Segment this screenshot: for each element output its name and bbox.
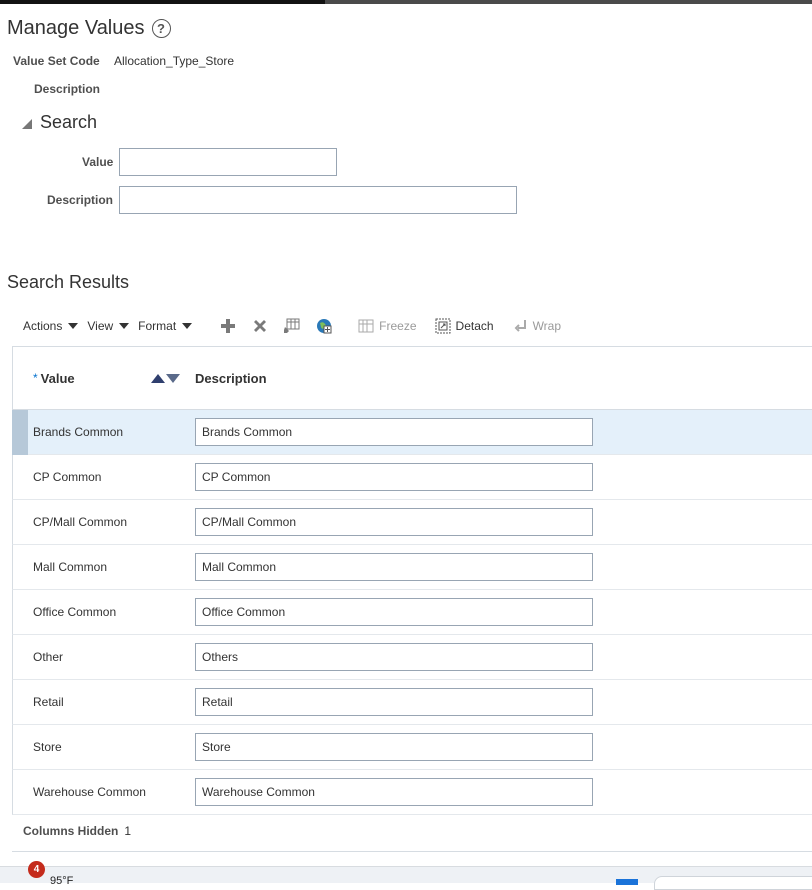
detach-button[interactable]: Detach bbox=[435, 318, 494, 334]
row-selector[interactable] bbox=[12, 590, 28, 635]
notification-badge[interactable]: 4 bbox=[28, 861, 45, 878]
weather-temperature[interactable]: 95°F bbox=[50, 875, 73, 887]
row-selector[interactable] bbox=[12, 770, 28, 815]
wrap-label: Wrap bbox=[532, 319, 562, 333]
cell-description-input[interactable]: Store bbox=[195, 733, 593, 761]
table-row[interactable]: Office Common Office Common bbox=[12, 590, 812, 635]
cell-value: Warehouse Common bbox=[33, 785, 146, 799]
cell-value: CP Common bbox=[33, 470, 102, 484]
search-value-input[interactable] bbox=[119, 148, 337, 176]
row-selector[interactable] bbox=[12, 410, 28, 455]
table-body: Brands Common Brands Common CP Common CP Co… bbox=[12, 410, 812, 815]
view-menu-label: View bbox=[87, 319, 114, 333]
search-description-input[interactable] bbox=[119, 186, 517, 214]
wrap-button[interactable]: Wrap bbox=[514, 319, 561, 333]
cell-value: Mall Common bbox=[33, 560, 108, 574]
table-row[interactable]: Warehouse Common Warehouse Common bbox=[12, 770, 812, 815]
cell-description-input[interactable]: Warehouse Common bbox=[195, 778, 593, 806]
row-selector[interactable] bbox=[12, 545, 28, 590]
delete-icon[interactable] bbox=[250, 316, 270, 336]
results-toolbar: Actions View Format Freeze Detach Wrap bbox=[23, 315, 561, 337]
table-row[interactable]: Other Others bbox=[12, 635, 812, 680]
column-header-value-label: Value bbox=[40, 371, 75, 386]
row-selector[interactable] bbox=[12, 680, 28, 725]
row-selector[interactable] bbox=[12, 455, 28, 500]
value-set-code-value: Allocation_Type_Store bbox=[114, 54, 235, 68]
browser-top-bar-segment bbox=[0, 0, 325, 4]
cell-value: Store bbox=[33, 740, 62, 754]
cell-description-input[interactable]: Mall Common bbox=[195, 553, 593, 581]
cell-description-input[interactable]: Office Common bbox=[195, 598, 593, 626]
globe-icon[interactable] bbox=[314, 316, 334, 336]
cell-value: CP/Mall Common bbox=[33, 515, 128, 529]
columns-hidden-count: 1 bbox=[124, 824, 132, 838]
search-value-label: Value bbox=[82, 155, 114, 169]
row-selector[interactable] bbox=[12, 500, 28, 545]
required-marker: * bbox=[33, 371, 38, 385]
help-icon[interactable]: ? bbox=[151, 19, 171, 38]
format-menu[interactable]: Format bbox=[138, 319, 193, 333]
columns-hidden-label: Columns Hidden bbox=[23, 824, 119, 838]
chevron-down-icon bbox=[119, 323, 130, 329]
header-description-label: Description bbox=[34, 82, 101, 96]
columns-hidden-footer: Columns Hidden 1 bbox=[23, 824, 131, 838]
table-row[interactable]: Store Store bbox=[12, 725, 812, 770]
freeze-button[interactable]: Freeze bbox=[358, 319, 417, 333]
column-header-description[interactable]: Description bbox=[195, 371, 267, 386]
view-menu[interactable]: View bbox=[87, 319, 130, 333]
actions-menu[interactable]: Actions bbox=[23, 319, 79, 333]
cell-value: Other bbox=[33, 650, 64, 664]
cell-description-input[interactable]: Others bbox=[195, 643, 593, 671]
cell-description-input[interactable]: Brands Common bbox=[195, 418, 593, 446]
chevron-down-icon bbox=[182, 323, 193, 329]
actions-menu-label: Actions bbox=[23, 319, 63, 333]
format-menu-label: Format bbox=[138, 319, 177, 333]
taskbar: 4 95°F bbox=[0, 861, 812, 890]
search-title: Search bbox=[40, 112, 98, 132]
detach-label: Detach bbox=[455, 319, 494, 333]
add-icon[interactable] bbox=[218, 316, 238, 336]
disclosure-triangle-icon[interactable] bbox=[22, 118, 32, 129]
browser-top-bar bbox=[0, 0, 812, 4]
page-title-text: Manage Values bbox=[7, 17, 145, 39]
cell-description-input[interactable]: Retail bbox=[195, 688, 593, 716]
row-selector[interactable] bbox=[12, 635, 28, 680]
detach-icon bbox=[435, 318, 451, 334]
table-row[interactable]: CP Common CP Common bbox=[12, 455, 812, 500]
search-description-label: Description bbox=[47, 193, 114, 207]
cell-value: Brands Common bbox=[33, 425, 124, 439]
table-row[interactable]: Brands Common Brands Common bbox=[12, 410, 812, 455]
freeze-label: Freeze bbox=[379, 319, 417, 333]
chevron-down-icon bbox=[68, 323, 79, 329]
table-row[interactable]: CP/Mall Common CP/Mall Common bbox=[12, 500, 812, 545]
cell-description-input[interactable]: CP Common bbox=[195, 463, 593, 491]
sort-ascending-icon[interactable] bbox=[151, 374, 165, 383]
windows-start-icon[interactable] bbox=[616, 879, 638, 885]
value-set-code-label: Value Set Code bbox=[13, 54, 100, 68]
table-row[interactable]: Retail Retail bbox=[12, 680, 812, 725]
cell-description-input[interactable]: CP/Mall Common bbox=[195, 508, 593, 536]
page-title: Manage Values ? bbox=[7, 17, 171, 40]
table-row[interactable]: Mall Common Mall Common bbox=[12, 545, 812, 590]
row-selector[interactable] bbox=[12, 725, 28, 770]
divider bbox=[12, 851, 812, 852]
search-section-header[interactable]: Search bbox=[22, 112, 97, 133]
wrap-icon bbox=[514, 320, 526, 332]
results-table: * Value Description Brands Common Brands C… bbox=[12, 346, 812, 815]
sort-icon[interactable] bbox=[151, 374, 180, 383]
taskbar-search-box[interactable] bbox=[654, 876, 812, 890]
cell-value: Retail bbox=[33, 695, 64, 709]
table-header: * Value Description bbox=[12, 346, 812, 410]
search-results-title: Search Results bbox=[7, 272, 130, 292]
column-header-value[interactable]: * Value bbox=[33, 371, 75, 386]
cell-value: Office Common bbox=[33, 605, 117, 619]
sort-descending-icon[interactable] bbox=[166, 374, 180, 383]
edit-grid-icon[interactable] bbox=[282, 316, 302, 336]
freeze-icon bbox=[358, 319, 374, 333]
